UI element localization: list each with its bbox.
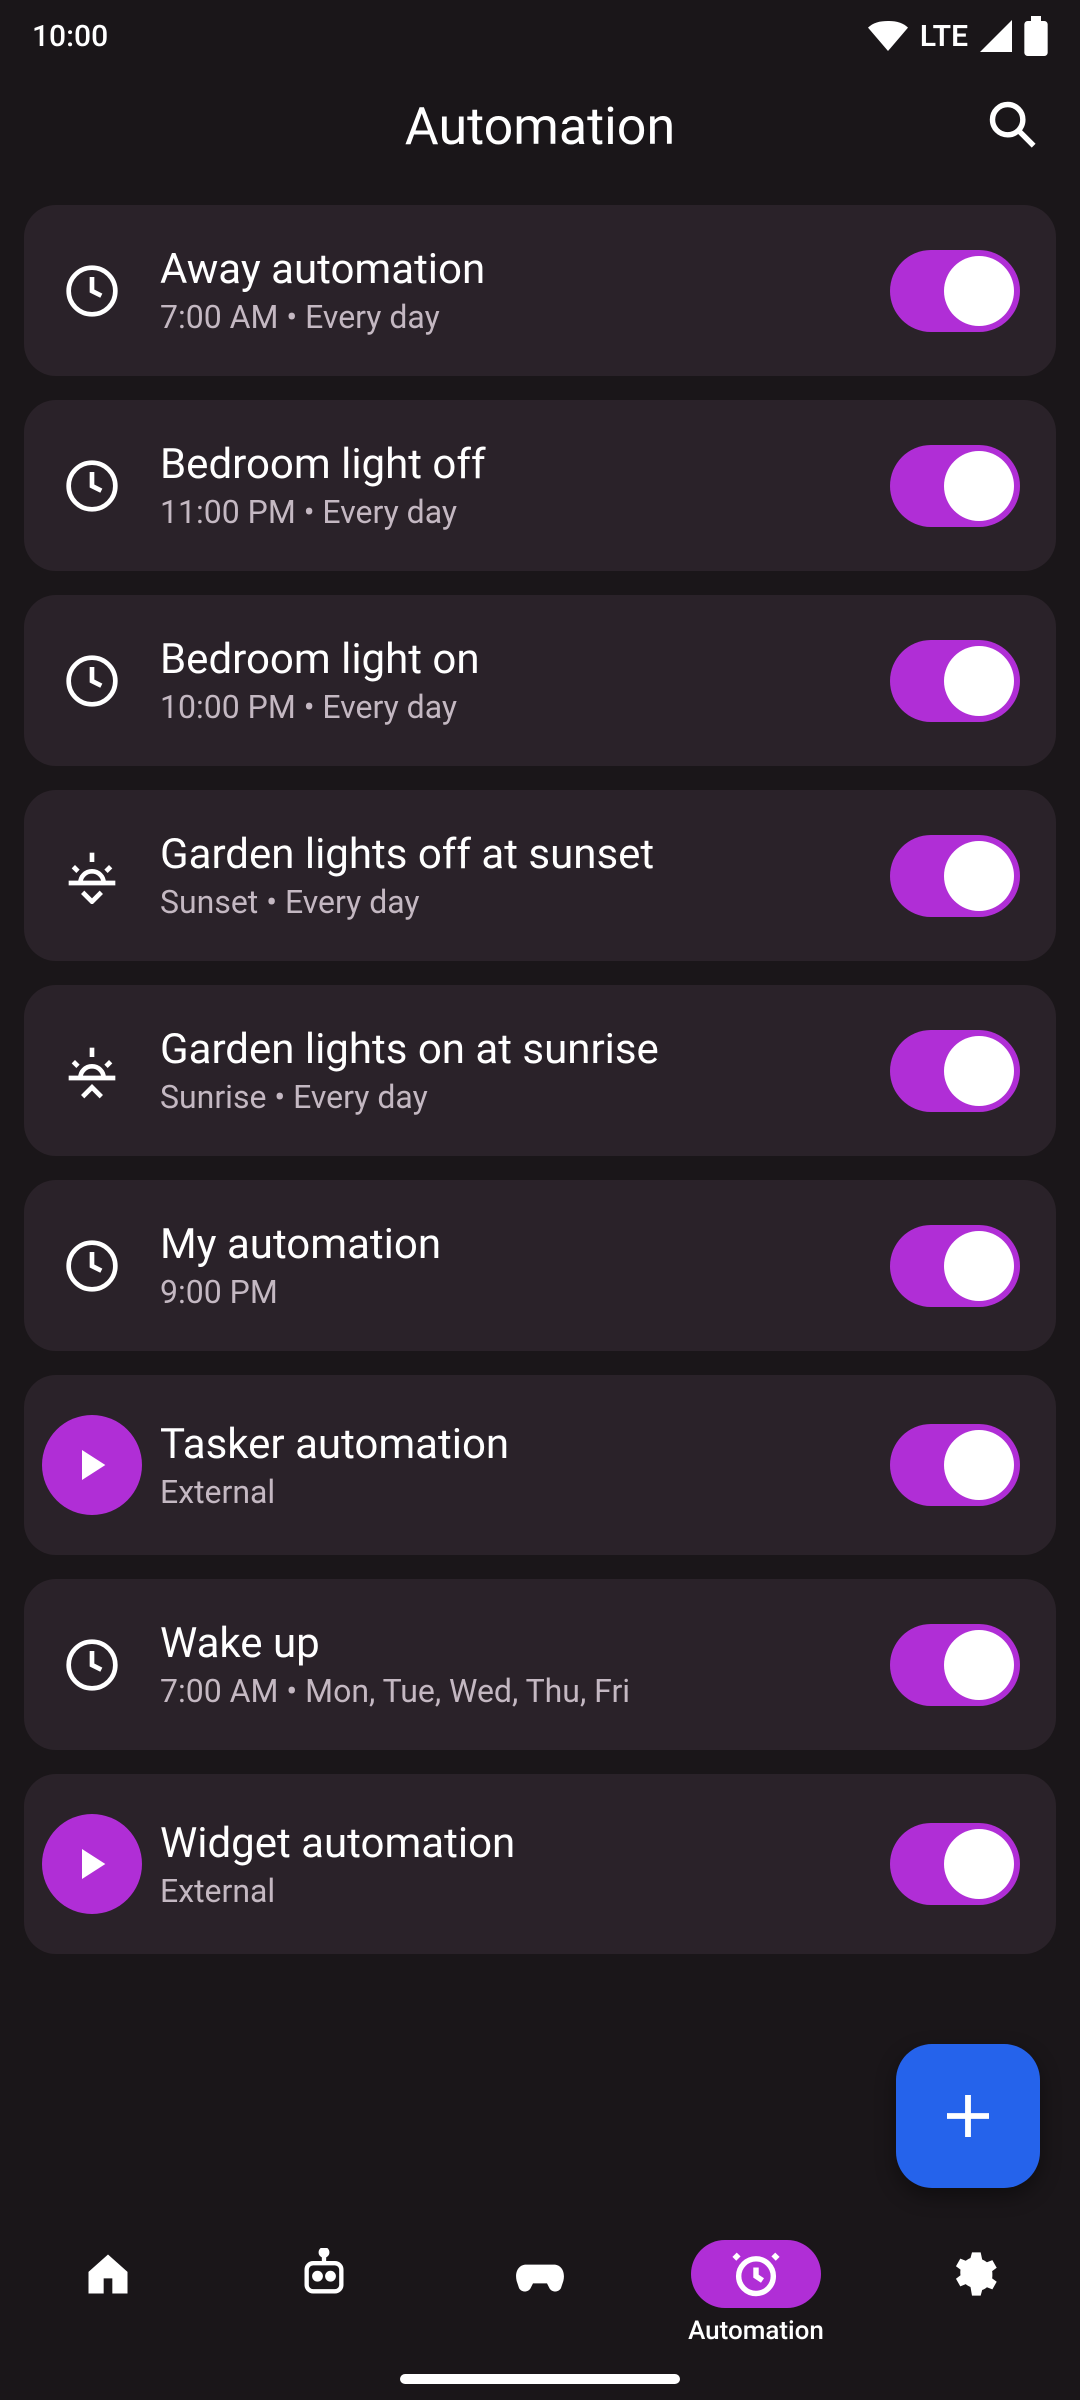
automation-subtitle: Sunset • Every day [160, 883, 854, 921]
nav-devices[interactable] [216, 2240, 432, 2308]
status-time: 10:00 [32, 19, 108, 54]
automation-subtitle: External [160, 1473, 854, 1511]
automation-title: Tasker automation [160, 1420, 854, 1469]
automation-list: Away automation 7:00 AM • Every day Bedr… [0, 205, 1080, 1954]
automation-row[interactable]: Away automation 7:00 AM • Every day [24, 205, 1056, 376]
gamepad-icon [512, 2246, 568, 2302]
gesture-bar [400, 2374, 680, 2384]
automation-toggle[interactable] [890, 1225, 1020, 1307]
sunrise-icon [60, 1039, 124, 1103]
automation-toggle[interactable] [890, 250, 1020, 332]
clock-icon [60, 1234, 124, 1298]
play-icon [42, 1415, 142, 1515]
automation-title: Garden lights off at sunset [160, 830, 854, 879]
plus-icon [940, 2088, 996, 2144]
nav-games[interactable] [432, 2240, 648, 2308]
page-title: Automation [405, 96, 675, 157]
clock-icon [60, 1633, 124, 1697]
automation-row[interactable]: Widget automation External [24, 1774, 1056, 1954]
header: Automation [0, 72, 1080, 205]
automation-subtitle: 7:00 AM • Mon, Tue, Wed, Thu, Fri [160, 1672, 854, 1710]
search-icon [986, 98, 1038, 150]
settings-icon [946, 2248, 998, 2300]
status-bar: 10:00 LTE [0, 0, 1080, 72]
automation-title: Away automation [160, 245, 854, 294]
play-icon [42, 1814, 142, 1914]
automation-toggle[interactable] [890, 640, 1020, 722]
automation-row[interactable]: My automation 9:00 PM [24, 1180, 1056, 1351]
automation-subtitle: External [160, 1872, 854, 1910]
nav-settings[interactable] [864, 2240, 1080, 2308]
automation-row[interactable]: Bedroom light off 11:00 PM • Every day [24, 400, 1056, 571]
automation-toggle[interactable] [890, 445, 1020, 527]
automation-row[interactable]: Bedroom light on 10:00 PM • Every day [24, 595, 1056, 766]
automation-toggle[interactable] [890, 1624, 1020, 1706]
automation-row[interactable]: Tasker automation External [24, 1375, 1056, 1555]
battery-icon [1024, 16, 1048, 56]
clock-icon [60, 454, 124, 518]
automation-toggle[interactable] [890, 1823, 1020, 1905]
sunset-icon [60, 844, 124, 908]
nav-home[interactable] [0, 2240, 216, 2308]
home-icon [82, 2248, 134, 2300]
robot-icon [298, 2248, 350, 2300]
automation-row[interactable]: Garden lights on at sunrise Sunrise • Ev… [24, 985, 1056, 1156]
search-button[interactable] [976, 88, 1048, 160]
automation-row[interactable]: Wake up 7:00 AM • Mon, Tue, Wed, Thu, Fr… [24, 1579, 1056, 1750]
nav-label: Automation [688, 2316, 824, 2346]
automation-row[interactable]: Garden lights off at sunset Sunset • Eve… [24, 790, 1056, 961]
automation-subtitle: 11:00 PM • Every day [160, 493, 854, 531]
automation-toggle[interactable] [890, 1424, 1020, 1506]
automation-title: Bedroom light off [160, 440, 854, 489]
automation-title: Widget automation [160, 1819, 854, 1868]
bottom-nav: Automation [0, 2220, 1080, 2400]
automation-title: Wake up [160, 1619, 854, 1668]
automation-toggle[interactable] [890, 1030, 1020, 1112]
clock-icon [60, 649, 124, 713]
network-label: LTE [920, 19, 968, 54]
wifi-icon [868, 20, 908, 52]
alarm-icon [730, 2248, 782, 2300]
add-automation-button[interactable] [896, 2044, 1040, 2188]
clock-icon [60, 259, 124, 323]
automation-title: Garden lights on at sunrise [160, 1025, 854, 1074]
automation-subtitle: Sunrise • Every day [160, 1078, 854, 1116]
status-indicators: LTE [868, 16, 1048, 56]
nav-automation[interactable]: Automation [648, 2240, 864, 2346]
automation-toggle[interactable] [890, 835, 1020, 917]
automation-title: Bedroom light on [160, 635, 854, 684]
automation-title: My automation [160, 1220, 854, 1269]
automation-subtitle: 10:00 PM • Every day [160, 688, 854, 726]
automation-subtitle: 9:00 PM [160, 1273, 854, 1311]
signal-icon [980, 20, 1012, 52]
automation-subtitle: 7:00 AM • Every day [160, 298, 854, 336]
